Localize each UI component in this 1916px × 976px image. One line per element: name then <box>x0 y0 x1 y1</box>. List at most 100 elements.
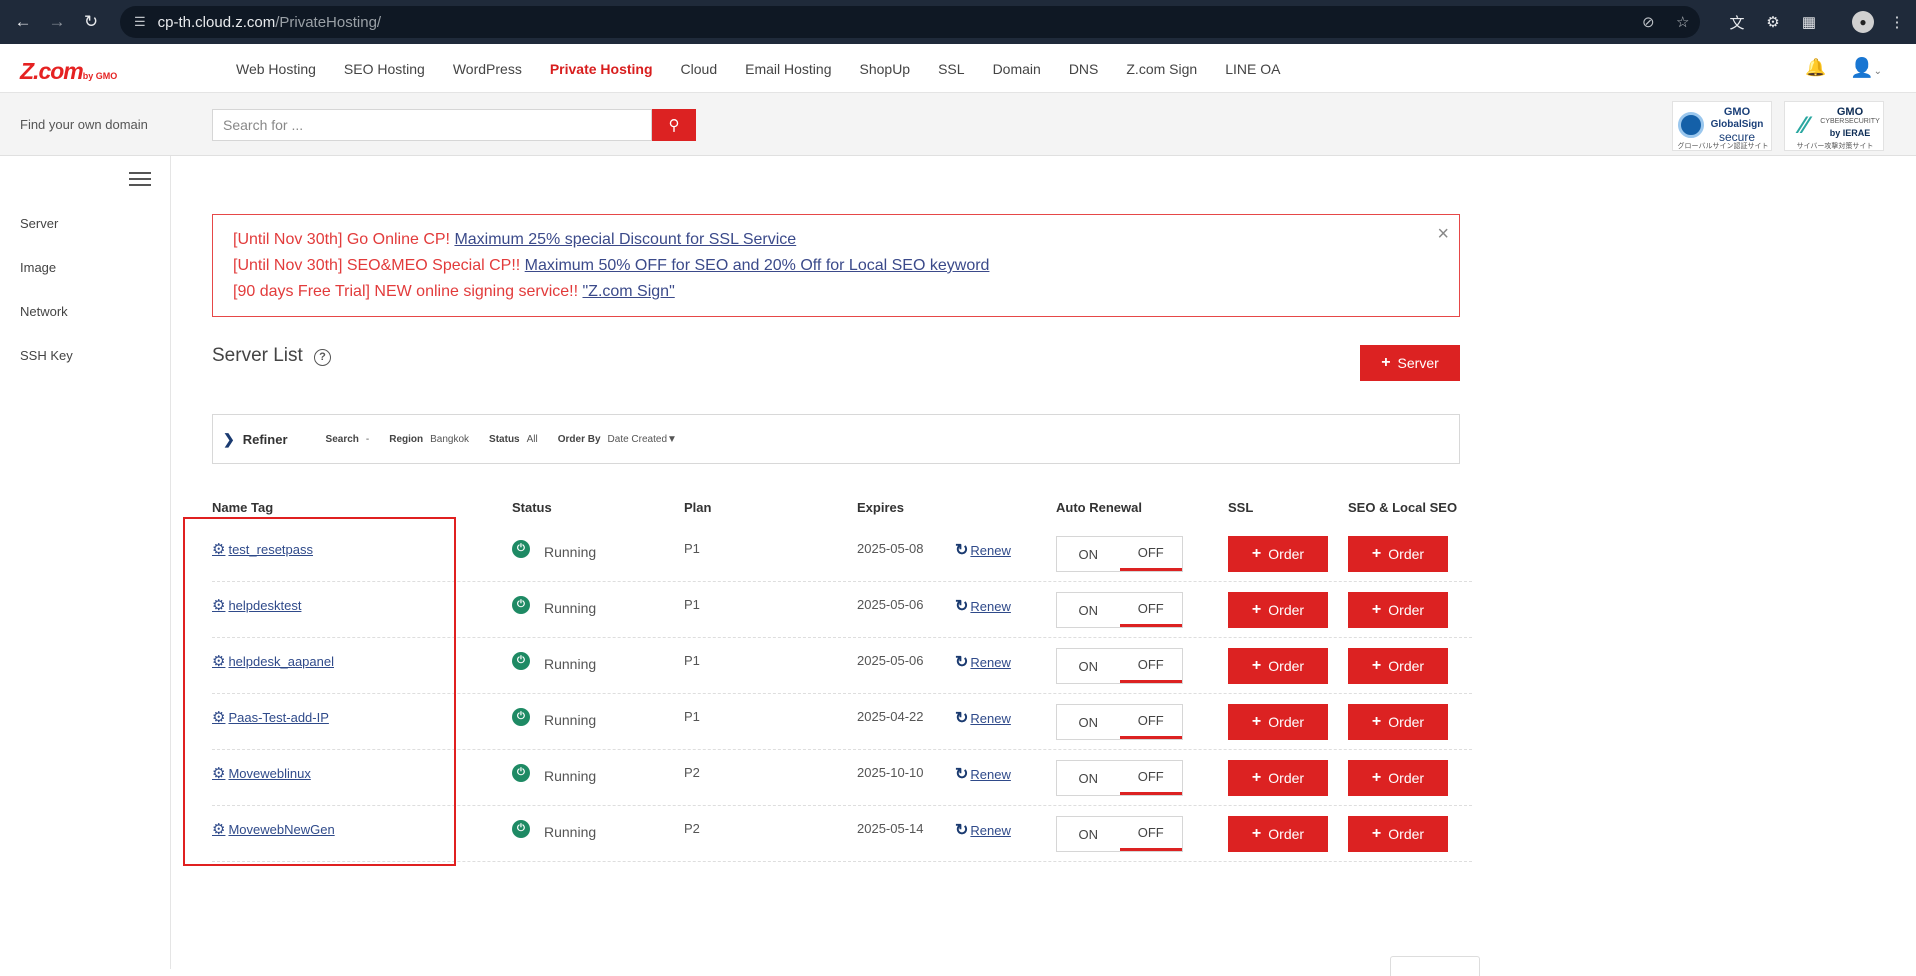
toggle-on[interactable]: ON <box>1057 649 1120 683</box>
renew-link[interactable]: ↻ Renew <box>955 820 1011 840</box>
auto-renewal-toggle[interactable]: ON OFF <box>1056 816 1183 852</box>
toggle-off[interactable]: OFF <box>1119 537 1182 571</box>
renew-link[interactable]: ↻ Renew <box>955 652 1011 672</box>
menu-item-email-hosting[interactable]: Email Hosting <box>745 61 831 77</box>
promo-link-seo[interactable]: Maximum 50% OFF for SEO and 20% Off for … <box>525 257 990 274</box>
menu-item-ssl[interactable]: SSL <box>938 61 964 77</box>
globalsign-badge[interactable]: GMO GlobalSign secure グローバルサイン認証サイト <box>1672 101 1772 151</box>
domain-search-label: Find your own domain <box>20 117 148 132</box>
url-path: /PrivateHosting/ <box>275 13 382 31</box>
extension-icon[interactable]: ⚙ <box>1762 11 1784 33</box>
server-status: Running <box>544 712 597 728</box>
menu-item-web-hosting[interactable]: Web Hosting <box>236 61 316 77</box>
eye-off-icon[interactable]: ⊘ <box>1642 6 1655 38</box>
ssl-order-button[interactable]: + Order <box>1228 760 1328 796</box>
power-icon[interactable]: ⏻ <box>512 652 530 670</box>
toggle-on[interactable]: ON <box>1057 761 1120 795</box>
toggle-off[interactable]: OFF <box>1119 593 1182 627</box>
add-server-button[interactable]: + Server <box>1360 345 1460 381</box>
power-icon[interactable]: ⏻ <box>512 708 530 726</box>
auto-renewal-toggle[interactable]: ON OFF <box>1056 536 1183 572</box>
ssl-order-button[interactable]: + Order <box>1228 648 1328 684</box>
close-icon[interactable]: × <box>1437 221 1449 247</box>
site-info-icon[interactable]: ☰ <box>134 14 146 30</box>
power-icon[interactable]: ⏻ <box>512 820 530 838</box>
translate-icon[interactable]: 文 <box>1726 11 1748 33</box>
bookmark-star-icon[interactable]: ☆ <box>1676 6 1689 38</box>
address-bar[interactable]: ☰ cp-th.cloud.z.com/PrivateHosting/ ⊘ ☆ <box>120 6 1700 38</box>
domain-search-input[interactable] <box>212 109 652 141</box>
promo-link-ssl[interactable]: Maximum 25% special Discount for SSL Ser… <box>454 231 796 248</box>
profile-icon[interactable]: ● <box>1852 11 1874 33</box>
menu-item-dns[interactable]: DNS <box>1069 61 1099 77</box>
globalsign-seal-icon <box>1678 112 1704 138</box>
ssl-order-button[interactable]: + Order <box>1228 816 1328 852</box>
renew-icon: ↻ <box>955 822 969 839</box>
ssl-order-button[interactable]: + Order <box>1228 536 1328 572</box>
menu-item-domain[interactable]: Domain <box>993 61 1041 77</box>
seo-order-label: Order <box>1388 826 1425 842</box>
sidebar-item-ssh-key[interactable]: SSH Key <box>20 348 73 363</box>
globalsign-name: GlobalSign <box>1710 119 1764 130</box>
renew-label: Renew <box>970 654 1011 670</box>
toggle-off[interactable]: OFF <box>1119 761 1182 795</box>
sidebar-item-server[interactable]: Server <box>20 216 58 231</box>
refiner-bar[interactable]: ❯ Refiner Search - Region Bangkok Status Al… <box>212 414 1460 464</box>
ssl-order-button[interactable]: + Order <box>1228 704 1328 740</box>
auto-renewal-toggle[interactable]: ON OFF <box>1056 760 1183 796</box>
menu-item-seo-hosting[interactable]: SEO Hosting <box>344 61 425 77</box>
promo-line: [90 days Free Trial] NEW online signing … <box>233 279 1439 305</box>
forward-icon[interactable]: → <box>46 11 68 33</box>
renew-link[interactable]: ↻ Renew <box>955 708 1011 728</box>
power-icon[interactable]: ⏻ <box>512 596 530 614</box>
auto-renewal-toggle[interactable]: ON OFF <box>1056 648 1183 684</box>
seo-order-button[interactable]: + Order <box>1348 816 1448 852</box>
auto-renewal-toggle[interactable]: ON OFF <box>1056 592 1183 628</box>
power-icon[interactable]: ⏻ <box>512 540 530 558</box>
domain-search-button[interactable]: ⚲ <box>652 109 696 141</box>
zcom-logo[interactable]: Z.comby GMO <box>20 58 117 85</box>
seo-order-button[interactable]: + Order <box>1348 704 1448 740</box>
more-menu-icon[interactable]: ⋮ <box>1886 11 1908 33</box>
renew-link[interactable]: ↻ Renew <box>955 540 1011 560</box>
reload-icon[interactable]: ↻ <box>80 11 102 33</box>
menu-item-z-com-sign[interactable]: Z.com Sign <box>1126 61 1197 77</box>
toggle-off[interactable]: OFF <box>1119 649 1182 683</box>
server-expires: 2025-10-10 <box>857 765 924 780</box>
toggle-on[interactable]: ON <box>1057 537 1120 571</box>
pagination[interactable] <box>1390 956 1480 976</box>
menu-item-private-hosting[interactable]: Private Hosting <box>550 61 653 77</box>
seo-order-button[interactable]: + Order <box>1348 536 1448 572</box>
menu-item-shopup[interactable]: ShopUp <box>860 61 911 77</box>
seo-order-button[interactable]: + Order <box>1348 760 1448 796</box>
server-plan: P1 <box>684 709 700 724</box>
toggle-off[interactable]: OFF <box>1119 817 1182 851</box>
menu-item-cloud[interactable]: Cloud <box>681 61 718 77</box>
toggle-off[interactable]: OFF <box>1119 705 1182 739</box>
user-icon[interactable]: 👤⌄ <box>1850 56 1882 80</box>
ierae-name: CYBERSECURITY <box>1820 118 1880 125</box>
ierae-badge[interactable]: ∕∕ GMO CYBERSECURITY by IERAE サイバー攻撃対策サイ… <box>1784 101 1884 151</box>
puzzle-icon[interactable]: ▦ <box>1798 11 1820 33</box>
ssl-order-button[interactable]: + Order <box>1228 592 1328 628</box>
back-icon[interactable]: ← <box>12 11 34 33</box>
renew-link[interactable]: ↻ Renew <box>955 764 1011 784</box>
promo-link-zcom-sign[interactable]: "Z.com Sign" <box>582 283 674 300</box>
hamburger-menu-icon[interactable] <box>129 172 151 188</box>
seo-order-button[interactable]: + Order <box>1348 592 1448 628</box>
menu-item-wordpress[interactable]: WordPress <box>453 61 522 77</box>
sidebar-item-image[interactable]: Image <box>20 260 56 275</box>
power-icon[interactable]: ⏻ <box>512 764 530 782</box>
menu-item-line-oa[interactable]: LINE OA <box>1225 61 1280 77</box>
chevron-down-icon: ⌄ <box>1873 66 1883 77</box>
auto-renewal-toggle[interactable]: ON OFF <box>1056 704 1183 740</box>
seo-order-button[interactable]: + Order <box>1348 648 1448 684</box>
plus-icon: + <box>1371 713 1382 730</box>
toggle-on[interactable]: ON <box>1057 817 1120 851</box>
help-icon[interactable]: ? <box>314 349 331 366</box>
renew-link[interactable]: ↻ Renew <box>955 596 1011 616</box>
toggle-on[interactable]: ON <box>1057 705 1120 739</box>
sidebar-item-network[interactable]: Network <box>20 304 68 319</box>
toggle-on[interactable]: ON <box>1057 593 1120 627</box>
bell-icon[interactable]: 🔔 <box>1805 58 1826 78</box>
